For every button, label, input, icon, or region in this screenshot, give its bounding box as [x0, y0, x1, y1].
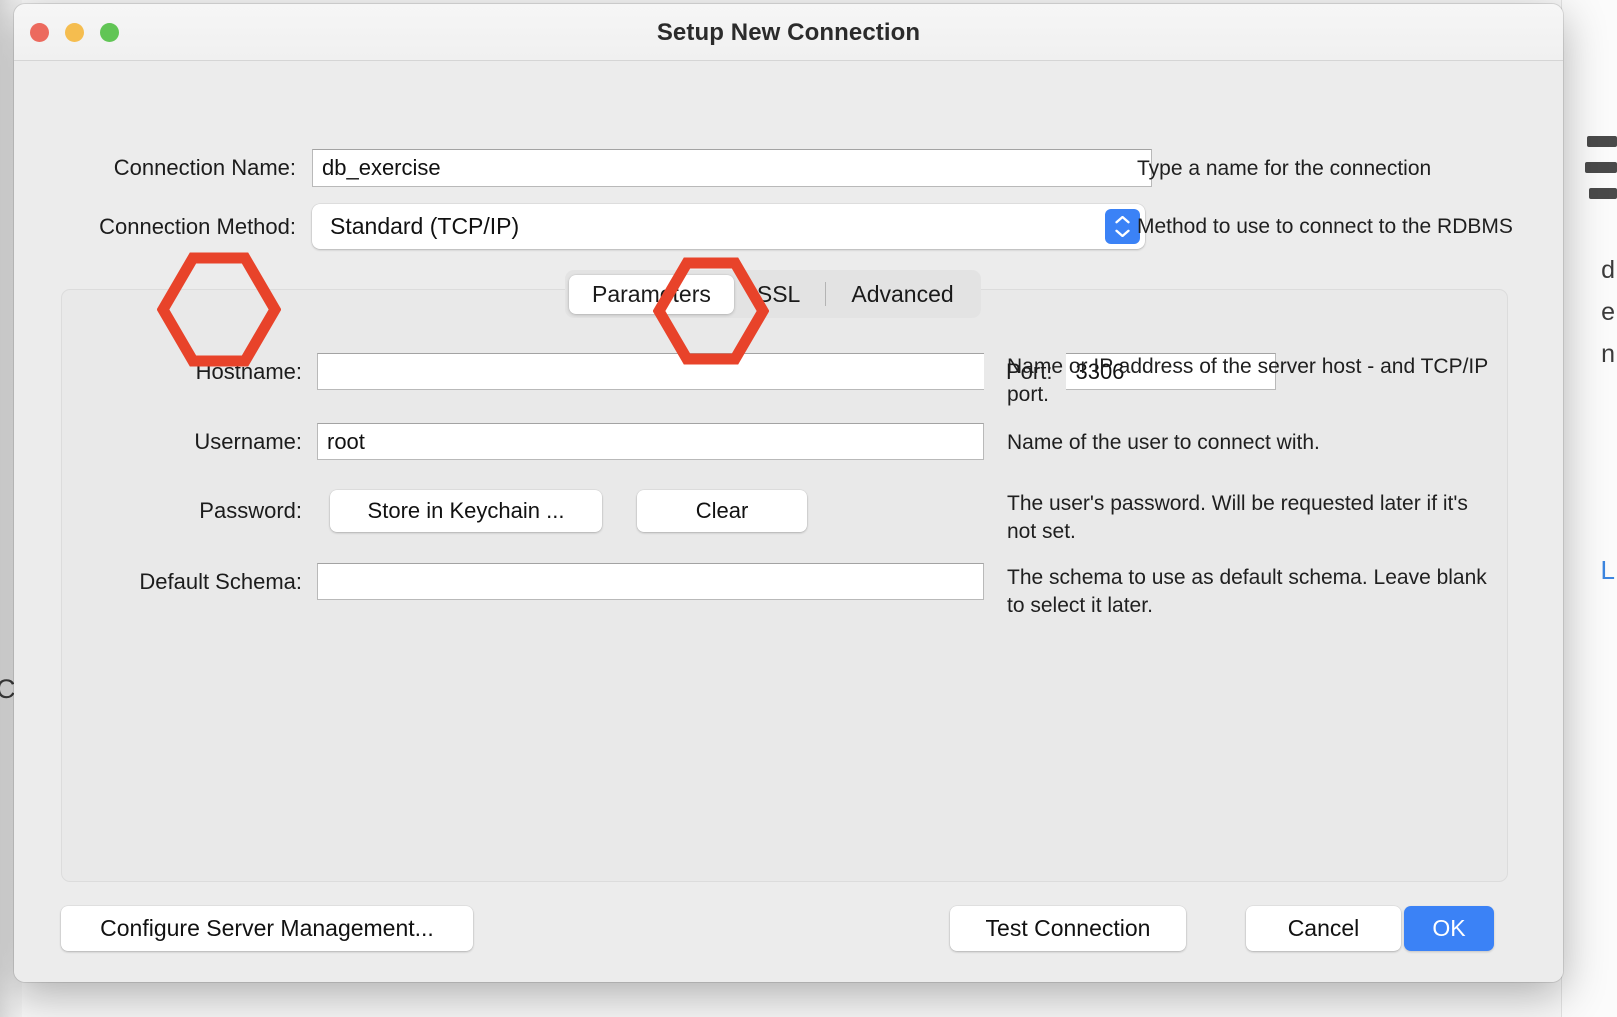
test-connection-button[interactable]: Test Connection [950, 906, 1186, 951]
setup-new-connection-dialog: Setup New Connection Connection Name: Ty… [14, 4, 1563, 982]
tab-parameters[interactable]: Parameters [569, 274, 734, 314]
default-schema-label: Default Schema: [139, 568, 302, 594]
username-input[interactable] [317, 423, 984, 460]
store-in-keychain-button[interactable]: Store in Keychain ... [330, 490, 602, 532]
hostname-label: Hostname: [195, 358, 302, 384]
chevron-up-down-icon[interactable] [1105, 209, 1140, 244]
dialog-body: Connection Name: Type a name for the con… [14, 61, 1563, 982]
connection-name-label: Connection Name: [113, 155, 296, 180]
tab-separator [825, 282, 827, 306]
connection-method-hint: Method to use to connect to the RDBMS [1137, 215, 1513, 238]
background-right-bar-3 [1589, 188, 1617, 199]
hostname-hint: Name or IP address of the server host - … [1007, 355, 1488, 406]
connection-method-select[interactable]: Standard (TCP/IP) [312, 204, 1145, 249]
background-right-glyph-2: e [1601, 298, 1615, 326]
background-right-bar-1 [1587, 136, 1617, 147]
parameters-panel: Hostname: Port: Name or IP address of th… [61, 289, 1508, 882]
username-label: Username: [194, 428, 302, 454]
cancel-button[interactable]: Cancel [1246, 906, 1401, 951]
connection-method-value: Standard (TCP/IP) [330, 213, 520, 239]
ok-button[interactable]: OK [1404, 906, 1494, 951]
username-hint: Name of the user to connect with. [1007, 431, 1320, 454]
background-right-glyph-1: d [1601, 256, 1615, 284]
connection-method-row: Connection Method: Standard (TCP/IP) [52, 204, 1145, 249]
connection-name-hint: Type a name for the connection [1137, 157, 1432, 180]
password-label: Password: [199, 498, 302, 523]
clear-password-button[interactable]: Clear [637, 490, 807, 532]
tab-advanced[interactable]: Advanced [828, 275, 976, 314]
background-right-blue-glyph: L [1600, 555, 1615, 585]
password-hint: The user's password. Will be requested l… [1007, 492, 1468, 543]
connection-name-row: Connection Name: [72, 149, 1152, 187]
window-title: Setup New Connection [656, 19, 921, 46]
hostname-input[interactable] [317, 353, 984, 390]
dialog-footer: Configure Server Management... Test Conn… [14, 906, 1563, 954]
dialog-titlebar: Setup New Connection [14, 4, 1563, 61]
connection-method-label: Connection Method: [99, 213, 296, 239]
connection-name-input[interactable] [312, 149, 1152, 187]
default-schema-input[interactable] [317, 563, 984, 600]
default-schema-hint: The schema to use as default schema. Lea… [1007, 566, 1487, 617]
settings-tabbar: Parameters SSL Advanced [565, 270, 981, 318]
tab-ssl[interactable]: SSL [734, 275, 823, 314]
background-right-bar-2 [1585, 162, 1617, 173]
configure-server-management-button[interactable]: Configure Server Management... [61, 906, 473, 951]
background-window-right-edge [1561, 0, 1617, 1017]
background-right-glyph-3: n [1601, 340, 1615, 368]
